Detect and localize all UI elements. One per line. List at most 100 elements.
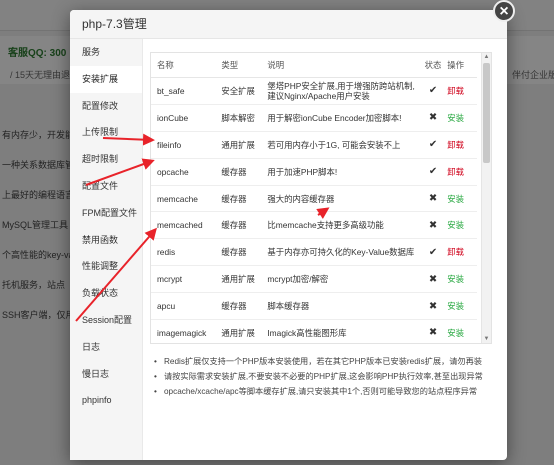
ext-type: 通用扩展 [215, 131, 262, 159]
table-row: memcache 缓存器 强大的内容缓存器 ✖ 安装 [151, 185, 477, 213]
menu-item-slow-log[interactable]: 慢日志 [70, 361, 142, 388]
extension-table: 名称 类型 说明 状态 操作 bt_safe 安全扩展 堡塔PHP安全扩展,用于增强… [151, 53, 477, 343]
install-link[interactable]: 安装 [447, 328, 464, 338]
menu-item-upload-limit[interactable]: 上传限制 [70, 119, 142, 146]
menu-item-config-file[interactable]: 配置文件 [70, 173, 142, 200]
menu-item-config-edit[interactable]: 配置修改 [70, 93, 142, 120]
menu-item-session-config[interactable]: Session配置 [70, 307, 142, 334]
dialog-title: php-7.3管理 [70, 10, 507, 39]
col-header-action: 操作 [445, 53, 477, 78]
table-scrollbar[interactable]: ▲ ▼ [481, 53, 491, 343]
scroll-thumb[interactable] [483, 63, 490, 163]
note-item: Redis扩展仅支持一个PHP版本安装使用，若在其它PHP版本已安装redis扩… [154, 354, 498, 369]
note-item: 请按实际需求安装扩展,不要安装不必要的PHP扩展,这会影响PHP执行效率,甚至出… [154, 369, 498, 384]
ext-action-cell: 安装 [445, 185, 477, 213]
close-icon[interactable]: × [493, 0, 515, 22]
menu-item-disabled-functions[interactable]: 禁用函数 [70, 227, 142, 254]
dialog-sidebar-menu: 服务 安装扩展 配置修改 上传限制 超时限制 配置文件 FPM配置文件 禁用函数… [70, 39, 143, 460]
ext-description: Imagick高性能图形库 [261, 319, 422, 343]
ext-description: 比memcache支持更多高级功能 [261, 211, 422, 240]
ext-description: 脚本缓存器 [261, 292, 422, 321]
col-header-name: 名称 [151, 53, 216, 78]
ext-description: 强大的内容缓存器 [261, 185, 422, 213]
ext-action-cell: 卸载 [445, 77, 477, 105]
ext-name: bt_safe [151, 77, 216, 105]
ext-description: mcrypt加密/解密 [261, 265, 422, 294]
ext-name: opcache [151, 158, 216, 186]
table-row: opcache 缓存器 用于加速PHP脚本! ✔ 卸载 [151, 158, 477, 186]
extension-notes: Redis扩展仅支持一个PHP版本安装使用，若在其它PHP版本已安装redis扩… [154, 354, 498, 399]
ext-action-cell: 安装 [445, 211, 477, 240]
ext-type: 缓存器 [215, 292, 262, 321]
install-link[interactable]: 安装 [447, 301, 464, 311]
extension-panel: 名称 类型 说明 状态 操作 bt_safe 安全扩展 堡塔PHP安全扩展,用于增强… [150, 52, 496, 399]
menu-item-service[interactable]: 服务 [70, 39, 142, 66]
menu-item-fpm-config-file[interactable]: FPM配置文件 [70, 200, 142, 227]
extension-table-container: 名称 类型 说明 状态 操作 bt_safe 安全扩展 堡塔PHP安全扩展,用于增强… [150, 52, 492, 344]
col-header-type: 类型 [215, 53, 262, 78]
ext-name: memcache [151, 185, 216, 213]
installed-check-icon: ✔ [421, 238, 446, 267]
install-link[interactable]: 安装 [447, 220, 464, 230]
ext-name: memcached [151, 211, 216, 240]
ext-type: 缓存器 [215, 185, 262, 213]
note-item: opcache/xcache/apc等脚本缓存扩展,请只安装其中1个,否则可能导… [154, 384, 498, 399]
installed-check-icon: ✔ [421, 77, 446, 105]
table-row: memcached 缓存器 比memcache支持更多高级功能 ✖ 安装 [151, 211, 477, 240]
table-row: apcu 缓存器 脚本缓存器 ✖ 安装 [151, 292, 477, 321]
ext-type: 缓存器 [215, 158, 262, 186]
not-installed-x-icon: ✖ [421, 292, 446, 321]
ext-name: apcu [151, 292, 216, 321]
ext-description: 堡塔PHP安全扩展,用于增强防跨站机制,建议Nginx/Apache用户安装 [261, 77, 422, 105]
menu-item-load-status[interactable]: 负载状态 [70, 280, 142, 307]
ext-name: ionCube [151, 104, 216, 132]
not-installed-x-icon: ✖ [421, 104, 446, 132]
not-installed-x-icon: ✖ [421, 185, 446, 213]
ext-name: imagemagick [151, 319, 216, 343]
ext-type: 安全扩展 [215, 77, 262, 105]
menu-item-performance[interactable]: 性能调整 [70, 253, 142, 280]
ext-name: mcrypt [151, 265, 216, 294]
uninstall-link[interactable]: 卸载 [447, 167, 464, 177]
uninstall-link[interactable]: 卸载 [447, 86, 464, 96]
menu-item-phpinfo[interactable]: phpinfo [70, 387, 142, 414]
uninstall-link[interactable]: 卸载 [447, 140, 464, 150]
install-link[interactable]: 安装 [447, 274, 464, 284]
ext-name: fileinfo [151, 131, 216, 159]
not-installed-x-icon: ✖ [421, 265, 446, 294]
ext-description: 若可用内存小于1G, 可能会安装不上 [261, 131, 422, 159]
php-manage-dialog: php-7.3管理 服务 安装扩展 配置修改 上传限制 超时限制 配置文件 FP… [70, 10, 507, 460]
ext-name: redis [151, 238, 216, 267]
menu-item-install-extension[interactable]: 安装扩展 [70, 65, 142, 93]
table-header-row: 名称 类型 说明 状态 操作 [151, 53, 477, 78]
ext-type: 缓存器 [215, 238, 262, 267]
ext-description: 用于加速PHP脚本! [261, 158, 422, 186]
ext-action-cell: 卸载 [445, 238, 477, 267]
scroll-up-arrow-icon[interactable]: ▲ [483, 53, 490, 61]
installed-check-icon: ✔ [421, 158, 446, 186]
not-installed-x-icon: ✖ [421, 319, 446, 343]
ext-action-cell: 安装 [445, 292, 477, 321]
ext-action-cell: 卸载 [445, 158, 477, 186]
table-row: fileinfo 通用扩展 若可用内存小于1G, 可能会安装不上 ✔ 卸载 [151, 131, 477, 159]
install-link[interactable]: 安装 [447, 113, 464, 123]
col-header-status: 状态 [421, 53, 446, 78]
ext-action-cell: 卸载 [445, 131, 477, 159]
table-row: ionCube 脚本解密 用于解密ionCube Encoder加密脚本! ✖ 安装 [151, 104, 477, 132]
ext-description: 用于解密ionCube Encoder加密脚本! [261, 104, 422, 132]
extension-table-body: bt_safe 安全扩展 堡塔PHP安全扩展,用于增强防跨站机制,建议Nginx/A… [151, 77, 477, 343]
ext-action-cell: 安装 [445, 265, 477, 294]
ext-type: 脚本解密 [215, 104, 262, 132]
installed-check-icon: ✔ [421, 131, 446, 159]
ext-action-cell: 安装 [445, 319, 477, 343]
menu-item-log[interactable]: 日志 [70, 334, 142, 361]
table-row: imagemagick 通用扩展 Imagick高性能图形库 ✖ 安装 [151, 319, 477, 343]
install-link[interactable]: 安装 [447, 194, 464, 204]
ext-type: 通用扩展 [215, 319, 262, 343]
scroll-down-arrow-icon[interactable]: ▼ [483, 335, 490, 343]
not-installed-x-icon: ✖ [421, 211, 446, 240]
menu-item-timeout-limit[interactable]: 超时限制 [70, 146, 142, 173]
ext-description: 基于内存亦可持久化的Key-Value数据库 [261, 238, 422, 267]
uninstall-link[interactable]: 卸载 [447, 247, 464, 257]
table-row: bt_safe 安全扩展 堡塔PHP安全扩展,用于增强防跨站机制,建议Nginx/A… [151, 77, 477, 105]
